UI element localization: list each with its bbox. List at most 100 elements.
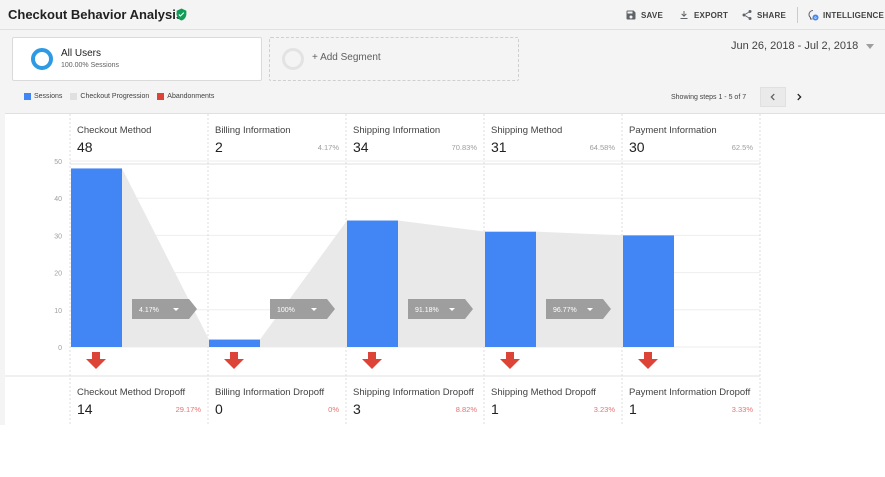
progression-area	[536, 231, 623, 347]
dropoff-cell[interactable]: Shipping Information Dropoff 3 8.82%	[346, 377, 484, 425]
dropoff-name: Shipping Information Dropoff	[353, 387, 474, 398]
dropoff-name: Billing Information Dropoff	[215, 387, 325, 398]
share-icon	[742, 10, 752, 20]
dropoff-name: Checkout Method Dropoff	[77, 387, 186, 398]
dropoff-percentage: 3.33%	[731, 405, 753, 414]
y-tick-label: 10	[54, 308, 62, 315]
progression-area	[122, 168, 209, 347]
abandon-arrow-icon	[638, 352, 658, 369]
session-bar	[71, 168, 122, 347]
dropoff-cell[interactable]: Shipping Method Dropoff 1 3.23%	[484, 377, 622, 425]
export-label: EXPORT	[694, 10, 729, 20]
dropoff-percentage: 29.17%	[175, 405, 201, 414]
progression-tag-label: 4.17%	[139, 307, 159, 314]
step-name: Payment Information	[629, 125, 717, 136]
abandon-arrow-icon	[86, 352, 106, 369]
dropoff-value: 14	[77, 401, 93, 417]
step-percentage: 64.58%	[589, 143, 615, 152]
y-tick-label: 40	[54, 196, 62, 203]
progression-area	[398, 220, 485, 347]
step-header[interactable]: Checkout Method 48	[70, 114, 208, 164]
legend-swatch	[70, 93, 78, 100]
dropoff-value: 3	[353, 401, 361, 417]
dropoff-cell[interactable]: Payment Information Dropoff 1 3.33%	[622, 377, 760, 425]
step-value: 31	[491, 139, 507, 155]
chart-legend: Sessions Checkout Progression Abandonmen…	[24, 93, 214, 100]
abandon-arrow-icon	[500, 352, 520, 369]
intelligence-button[interactable]: 0 INTELLIGENCE	[807, 9, 884, 21]
save-button[interactable]: SAVE	[625, 9, 663, 21]
legend-swatch	[24, 93, 31, 100]
segment-sessions: 100.00% Sessions	[61, 62, 119, 69]
abandon-arrow-icon	[362, 352, 382, 369]
step-name: Billing Information	[215, 125, 291, 136]
dropoff-percentage: 8.82%	[455, 405, 477, 414]
session-bar	[623, 235, 674, 347]
dropoff-value: 0	[215, 401, 223, 417]
export-button[interactable]: EXPORT	[678, 9, 728, 21]
step-percentage: 4.17%	[317, 143, 339, 152]
step-percentage: 70.83%	[451, 143, 477, 152]
segment-name: All Users	[61, 48, 102, 59]
share-button[interactable]: SHARE	[741, 9, 786, 21]
add-segment-button[interactable]: + Add Segment	[269, 37, 519, 81]
verified-shield-icon	[176, 8, 187, 21]
legend-item-sessions: Sessions	[24, 93, 62, 100]
dropoff-cell[interactable]: Checkout Method Dropoff 14 29.17%	[70, 377, 208, 425]
legend-item-abandonments: Abandonments	[157, 93, 214, 100]
report-header: Checkout Behavior Analysis SAVE EXPORT S…	[0, 0, 885, 30]
dropoff-value: 1	[491, 401, 499, 417]
blank-area	[0, 425, 885, 477]
date-range-label: Jun 26, 2018 - Jul 2, 2018	[731, 40, 859, 52]
progression-tag-label: 100%	[277, 307, 295, 314]
intelligence-label: INTELLIGENCE	[823, 10, 885, 20]
y-tick-label: 0	[58, 345, 62, 352]
legend-label: Abandonments	[167, 93, 215, 100]
download-icon	[680, 11, 688, 19]
date-range-picker[interactable]: Jun 26, 2018 - Jul 2, 2018	[731, 40, 875, 52]
intelligence-icon: 0	[808, 10, 819, 21]
progression-tag-label: 96.77%	[553, 307, 577, 314]
step-percentage: 62.5%	[731, 143, 753, 152]
step-header[interactable]: Shipping Information 34 70.83%	[346, 114, 484, 164]
next-steps-button[interactable]	[788, 87, 810, 107]
previous-steps-button[interactable]	[760, 87, 786, 107]
legend-item-progression: Checkout Progression	[70, 93, 149, 100]
page-title: Checkout Behavior Analysis	[8, 7, 184, 22]
segment-ring-icon	[31, 48, 53, 70]
empty-segment-ring-icon	[282, 48, 304, 70]
step-name: Shipping Method	[491, 125, 563, 136]
steps-indicator: Showing steps 1 - 5 of 7	[671, 94, 747, 101]
step-header[interactable]: Payment Information 30 62.5%	[622, 114, 760, 164]
legend-label: Checkout Progression	[80, 93, 150, 100]
dropoff-percentage: 3.23%	[593, 405, 615, 414]
step-value: 34	[353, 139, 369, 155]
legend-swatch	[157, 93, 165, 100]
chevron-right-icon	[797, 93, 802, 101]
step-value: 48	[77, 139, 93, 155]
dropoff-value: 1	[629, 401, 637, 417]
step-header[interactable]: Shipping Method 31 64.58%	[484, 114, 622, 164]
abandon-arrow-icon	[224, 352, 244, 369]
y-tick-label: 50	[54, 159, 62, 166]
session-bar	[209, 339, 260, 347]
dropoff-percentage: 0%	[328, 405, 339, 414]
dropoff-cell[interactable]: Billing Information Dropoff 0 0%	[208, 377, 346, 425]
step-name: Shipping Information	[353, 125, 441, 136]
legend-label: Sessions	[34, 93, 63, 100]
save-label: SAVE	[641, 10, 663, 20]
segment-all-users[interactable]: All Users 100.00% Sessions	[12, 37, 262, 81]
chevron-left-icon	[770, 93, 775, 101]
share-label: SHARE	[757, 10, 787, 20]
step-name: Checkout Method	[77, 125, 152, 136]
toolbar-divider	[797, 7, 798, 23]
step-header[interactable]: Billing Information 2 4.17%	[208, 114, 346, 164]
y-tick-label: 30	[54, 233, 62, 240]
chevron-down-icon	[866, 43, 875, 49]
app-window: Checkout Behavior Analysis SAVE EXPORT S…	[0, 0, 885, 425]
dropoff-name: Shipping Method Dropoff	[491, 387, 596, 398]
add-segment-label: + Add Segment	[312, 52, 381, 63]
session-bar	[347, 220, 398, 347]
y-tick-label: 20	[54, 271, 62, 278]
step-value: 30	[629, 139, 645, 155]
